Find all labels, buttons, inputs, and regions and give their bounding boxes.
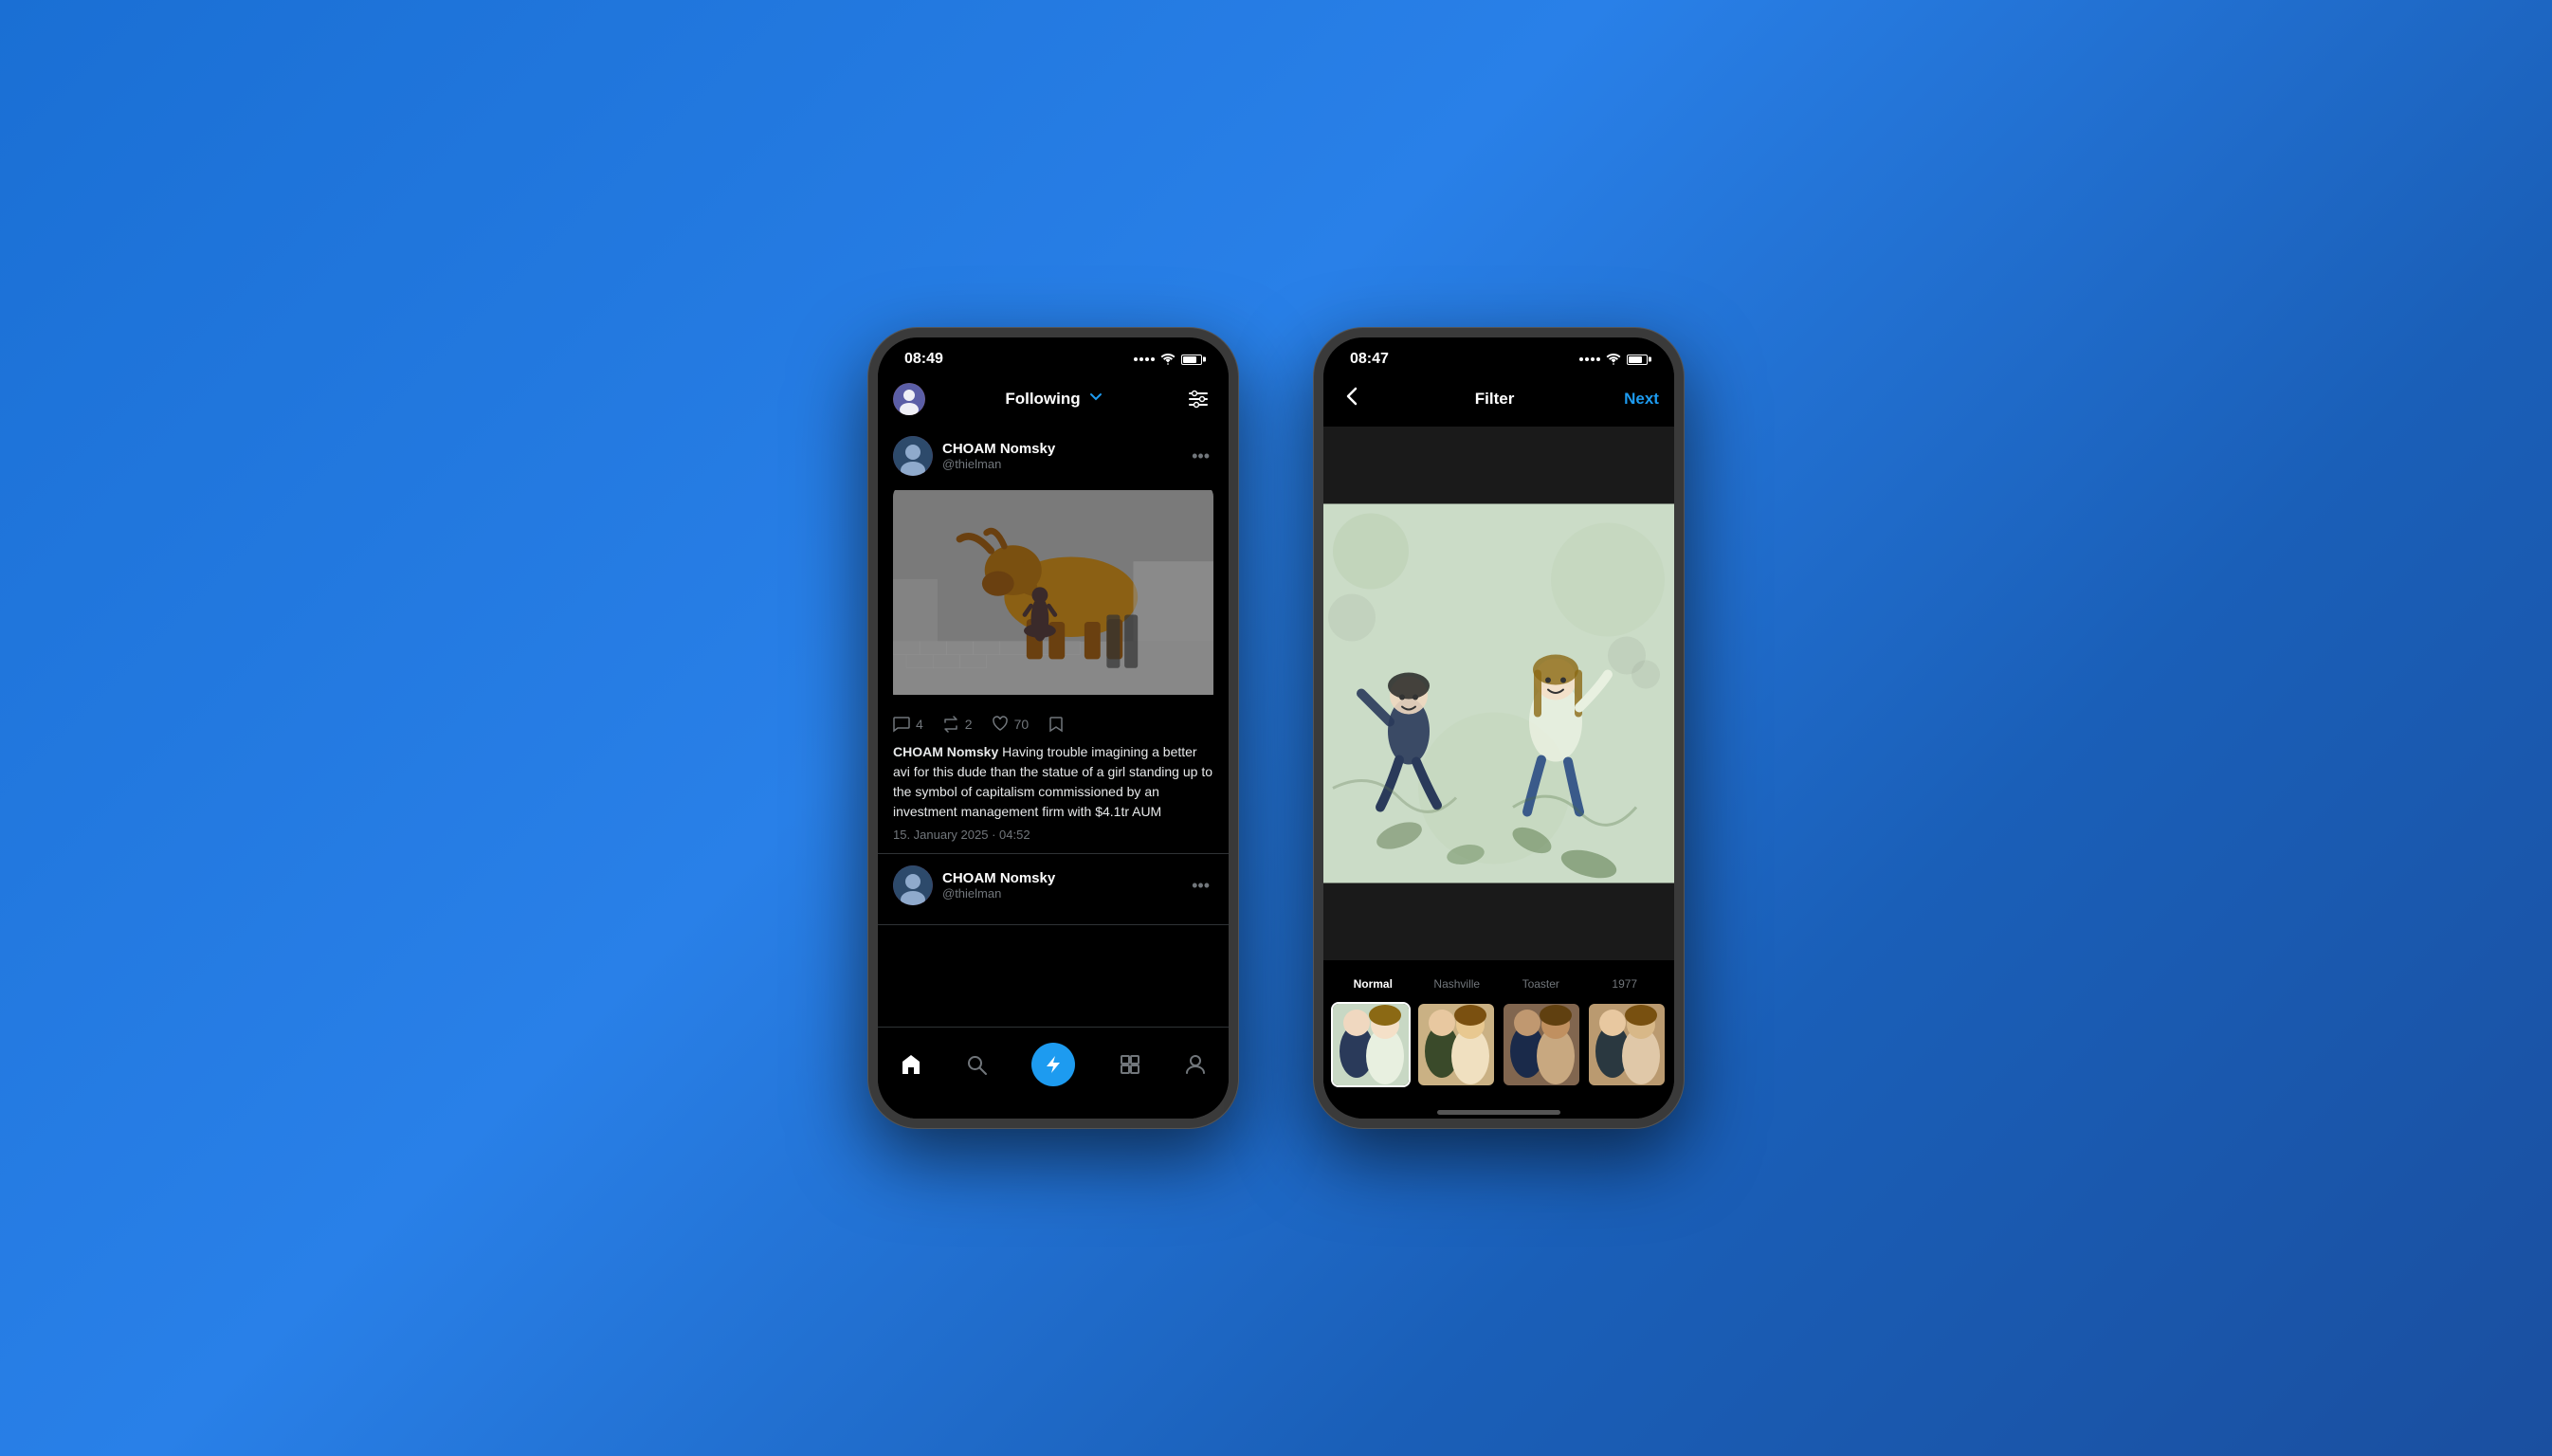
filter-names-row: Normal Nashville Toaster 1977	[1323, 975, 1674, 992]
filter-nashville-label[interactable]: Nashville	[1415, 975, 1500, 992]
retweet-action[interactable]: 2	[942, 716, 973, 733]
bookmark-icon	[1048, 716, 1065, 733]
chevron-down-icon	[1088, 390, 1103, 410]
home-icon	[900, 1053, 922, 1076]
filter-name-1977: 1977	[1612, 977, 1637, 991]
next-button[interactable]: Next	[1624, 390, 1659, 409]
dynamic-island-2	[1442, 347, 1556, 379]
wifi-icon	[1160, 354, 1176, 365]
filter-name-nashville: Nashville	[1433, 977, 1480, 991]
comment-icon	[893, 716, 910, 733]
comment-action[interactable]: 4	[893, 716, 923, 733]
tweet-username-1: @thielman	[942, 457, 1055, 471]
user-avatar-small[interactable]	[893, 383, 925, 415]
status-icons-2	[1579, 354, 1648, 365]
tweet-display-name-2: CHOAM Nomsky	[942, 870, 1055, 886]
back-button[interactable]	[1339, 383, 1365, 415]
phone1-screen: 08:49	[878, 337, 1229, 1119]
tweet-card-2: CHOAM Nomsky @thielman •••	[878, 854, 1229, 925]
status-time-1: 08:49	[904, 351, 943, 368]
profile-icon	[1184, 1053, 1207, 1076]
feed-content[interactable]: CHOAM Nomsky @thielman •••	[878, 425, 1229, 1027]
filter-thumb-1977[interactable]	[1587, 1002, 1667, 1087]
filter-title: Filter	[1475, 390, 1515, 409]
tweet-avatar-2	[893, 865, 933, 905]
nav-profile[interactable]	[1173, 1047, 1218, 1082]
bookmark-action[interactable]	[1048, 716, 1065, 733]
tweet-actions-1: 4 2	[893, 716, 1213, 733]
tweet-header-2: CHOAM Nomsky @thielman •••	[893, 865, 1213, 905]
thumb-toaster-image	[1504, 1004, 1579, 1087]
create-bolt-button[interactable]	[1031, 1043, 1075, 1086]
tweet-image-1[interactable]	[893, 483, 1213, 706]
thumb-1977-image	[1589, 1004, 1665, 1087]
battery-icon-2	[1627, 355, 1648, 365]
tweet-author-2[interactable]: CHOAM Nomsky @thielman	[893, 865, 1055, 905]
dynamic-island	[996, 347, 1110, 379]
like-action[interactable]: 70	[992, 716, 1030, 733]
search-icon	[965, 1053, 988, 1076]
nav-home[interactable]	[888, 1047, 934, 1082]
thumb-nashville-image	[1418, 1004, 1494, 1087]
filter-screen: Filter Next	[1323, 375, 1674, 1119]
comment-count: 4	[916, 717, 923, 732]
nav-search[interactable]	[954, 1047, 999, 1082]
filter-thumb-nashville[interactable]	[1416, 1002, 1496, 1087]
tweet-username-2: @thielman	[942, 886, 1055, 901]
filter-thumb-normal[interactable]	[1331, 1002, 1411, 1087]
filter-name-toaster: Toaster	[1522, 977, 1559, 991]
phone1-frame: 08:49	[868, 328, 1238, 1128]
phone2-frame: 08:47	[1314, 328, 1684, 1128]
feed-title: Following	[1005, 390, 1080, 409]
filter-thumb-toaster[interactable]	[1502, 1002, 1581, 1087]
tweet-more-button-2[interactable]: •••	[1188, 872, 1213, 900]
filter-button[interactable]	[1183, 384, 1213, 414]
thumb-normal-image	[1333, 1004, 1409, 1087]
tweet-author-name: CHOAM Nomsky	[893, 744, 998, 759]
tweet-avatar-1	[893, 436, 933, 476]
filter-preview-image	[1323, 427, 1674, 960]
bolt-icon	[1043, 1054, 1064, 1075]
tweet-more-button-1[interactable]: •••	[1188, 443, 1213, 470]
filter-options-area: Normal Nashville Toaster 1977	[1323, 960, 1674, 1102]
phone2-wrapper: 08:47	[1314, 328, 1684, 1128]
filter-toaster-label[interactable]: Toaster	[1499, 975, 1583, 992]
bottom-nav	[878, 1027, 1229, 1119]
wifi-icon-2	[1606, 354, 1621, 365]
feed-screen: Following	[878, 375, 1229, 1119]
tweet-header-1: CHOAM Nomsky @thielman •••	[893, 436, 1213, 476]
battery-icon-1	[1181, 355, 1202, 365]
filter-normal-label[interactable]: Normal	[1331, 975, 1415, 992]
filter-name-normal: Normal	[1354, 977, 1393, 991]
nav-create[interactable]	[1020, 1037, 1086, 1092]
tweet-text-1: CHOAM Nomsky Having trouble imagining a …	[893, 742, 1213, 822]
phone1-wrapper: 08:49	[868, 328, 1238, 1128]
phone2-screen: 08:47	[1323, 337, 1674, 1119]
following-dropdown[interactable]: Following	[1005, 390, 1103, 410]
signal-bars-2	[1579, 357, 1600, 361]
filter-icon	[1188, 389, 1209, 410]
filter-thumbnails-row	[1323, 1002, 1674, 1087]
filter-1977-label[interactable]: 1977	[1583, 975, 1668, 992]
filter-nav: Filter Next	[1323, 375, 1674, 427]
retweet-icon	[942, 716, 959, 733]
heart-icon	[992, 716, 1009, 733]
tweet-display-name-1: CHOAM Nomsky	[942, 441, 1055, 457]
nav-spaces[interactable]	[1107, 1047, 1153, 1082]
tweet-card-1: CHOAM Nomsky @thielman •••	[878, 425, 1229, 854]
tweet-name-block-2: CHOAM Nomsky @thielman	[942, 870, 1055, 901]
tweet-author-1[interactable]: CHOAM Nomsky @thielman	[893, 436, 1055, 476]
filter-image-area	[1323, 427, 1674, 960]
retweet-count: 2	[965, 717, 973, 732]
squares-icon	[1119, 1053, 1141, 1076]
signal-bars	[1134, 357, 1155, 361]
feed-header: Following	[878, 375, 1229, 425]
tweet-timestamp-1: 15. January 2025 · 04:52	[893, 828, 1213, 842]
status-time-2: 08:47	[1350, 351, 1389, 368]
status-icons-1	[1134, 354, 1202, 365]
back-chevron-icon	[1346, 387, 1358, 406]
tweet-name-block-1: CHOAM Nomsky @thielman	[942, 441, 1055, 471]
like-count: 70	[1014, 717, 1030, 732]
home-indicator-2	[1437, 1110, 1560, 1115]
